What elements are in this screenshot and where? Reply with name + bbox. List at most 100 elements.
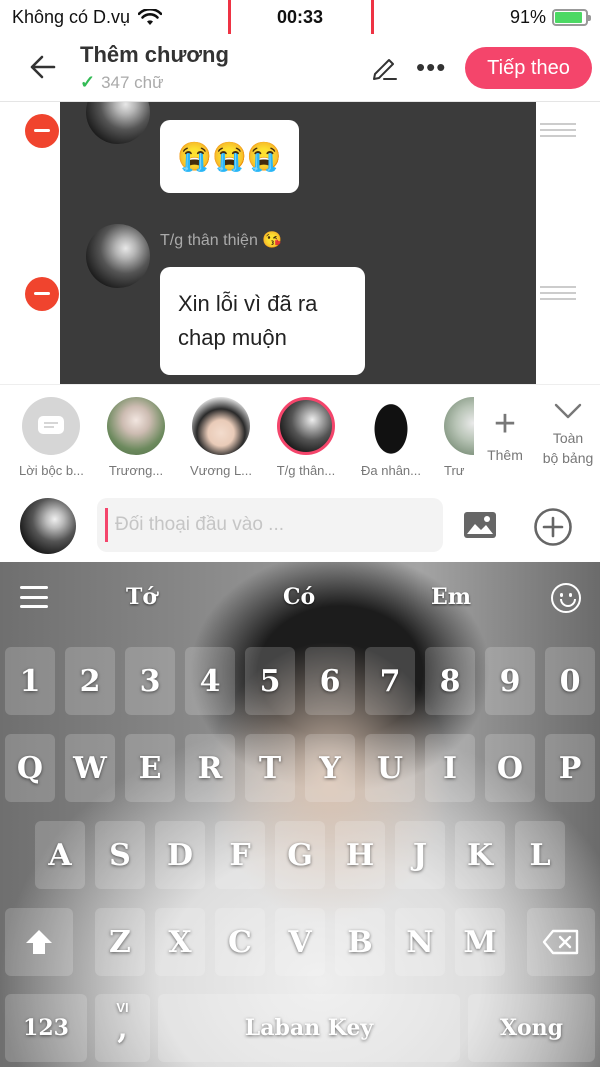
keyboard: Tớ Có Em 1 2 3 4 5 6 7 8 9 0 Q W E R T Y… bbox=[0, 562, 600, 1067]
key-4[interactable]: 4 bbox=[185, 647, 235, 715]
character-narrator[interactable]: Lời bộc b... bbox=[19, 397, 83, 478]
number-mode-key[interactable]: 123 bbox=[5, 994, 87, 1062]
character-avatar bbox=[444, 397, 474, 455]
character-selector: Lời bộc b... Trương... Vương L... T/g th… bbox=[0, 384, 600, 486]
key-b[interactable]: B bbox=[335, 908, 385, 976]
character-avatar bbox=[192, 397, 250, 455]
key-l[interactable]: L bbox=[515, 821, 565, 889]
key-p[interactable]: P bbox=[545, 734, 595, 802]
all-board-label-line2: bộ bảng bbox=[542, 450, 594, 466]
comma-label: , bbox=[117, 1010, 128, 1046]
status-bar: Không có D.vụ 00:33 91% bbox=[0, 0, 600, 34]
key-t[interactable]: T bbox=[245, 734, 295, 802]
check-icon: ✓ bbox=[80, 72, 96, 92]
message-avatar bbox=[86, 224, 150, 288]
chat-bubble-icon bbox=[38, 416, 64, 434]
battery-fill bbox=[555, 12, 583, 23]
message-bubble[interactable]: Xin lỗi vì đã ra chap muộn bbox=[160, 267, 365, 375]
character-item[interactable]: Trương... bbox=[104, 397, 168, 478]
chevron-down-icon bbox=[554, 403, 582, 419]
dialogue-input[interactable]: Đối thoại đầu vào ... bbox=[97, 498, 443, 552]
page-title: Thêm chương bbox=[80, 42, 229, 67]
battery-icon bbox=[552, 9, 591, 26]
character-label: Vương L... bbox=[189, 463, 253, 478]
back-arrow-icon[interactable] bbox=[28, 52, 58, 82]
language-hint: VI bbox=[116, 1000, 129, 1015]
word-count: ✓ 347 chữ bbox=[80, 72, 164, 93]
key-i[interactable]: I bbox=[425, 734, 475, 802]
comma-key[interactable]: VI , bbox=[95, 994, 150, 1062]
key-r[interactable]: R bbox=[185, 734, 235, 802]
key-2[interactable]: 2 bbox=[65, 647, 115, 715]
key-o[interactable]: O bbox=[485, 734, 535, 802]
header: Thêm chương ✓ 347 chữ ••• Tiếp theo bbox=[0, 34, 600, 102]
character-avatar bbox=[277, 397, 335, 455]
edit-pencil-icon[interactable] bbox=[370, 54, 398, 82]
character-item[interactable]: Vương L... bbox=[189, 397, 253, 478]
status-right: 91% bbox=[510, 7, 591, 28]
key-n[interactable]: N bbox=[395, 908, 445, 976]
current-speaker-avatar[interactable] bbox=[20, 498, 76, 554]
remove-message-button[interactable] bbox=[25, 277, 59, 311]
keyboard-menu-icon[interactable] bbox=[20, 586, 48, 608]
input-row: Đối thoại đầu vào ... bbox=[0, 486, 600, 562]
add-character-label: Thêm bbox=[487, 447, 523, 463]
suggestion-3[interactable]: Em bbox=[431, 584, 471, 610]
key-0[interactable]: 0 bbox=[545, 647, 595, 715]
key-z[interactable]: Z bbox=[95, 908, 145, 976]
character-label: Trương... bbox=[108, 463, 164, 478]
next-button[interactable]: Tiếp theo bbox=[465, 47, 592, 89]
done-key[interactable]: Xong bbox=[468, 994, 595, 1062]
shift-key[interactable] bbox=[5, 908, 73, 976]
shift-arrow-icon bbox=[26, 930, 52, 954]
space-key[interactable]: Laban Key bbox=[158, 994, 460, 1062]
key-m[interactable]: M bbox=[455, 908, 505, 976]
backspace-key[interactable] bbox=[527, 908, 595, 976]
add-circle-icon[interactable] bbox=[533, 507, 573, 547]
character-item-selected[interactable]: T/g thân... bbox=[274, 397, 338, 478]
narrator-avatar bbox=[22, 397, 80, 455]
key-3[interactable]: 3 bbox=[125, 647, 175, 715]
add-character-button[interactable]: + Thêm bbox=[480, 405, 530, 463]
all-board-label-line1: Toàn bbox=[552, 430, 584, 446]
drag-handle[interactable] bbox=[540, 286, 576, 300]
remove-message-button[interactable] bbox=[25, 114, 59, 148]
key-8[interactable]: 8 bbox=[425, 647, 475, 715]
character-item[interactable]: Đa nhân... bbox=[359, 397, 423, 478]
key-w[interactable]: W bbox=[65, 734, 115, 802]
more-options-icon[interactable]: ••• bbox=[416, 52, 446, 83]
key-d[interactable]: D bbox=[155, 821, 205, 889]
key-9[interactable]: 9 bbox=[485, 647, 535, 715]
image-icon[interactable] bbox=[463, 510, 497, 540]
key-e[interactable]: E bbox=[125, 734, 175, 802]
key-s[interactable]: S bbox=[95, 821, 145, 889]
chat-editor: 😭😭😭 T/g thân thiện 😘 Xin lỗi vì đã ra ch… bbox=[0, 102, 600, 384]
key-5[interactable]: 5 bbox=[245, 647, 295, 715]
character-avatar bbox=[362, 397, 420, 455]
drag-handle[interactable] bbox=[540, 123, 576, 137]
key-6[interactable]: 6 bbox=[305, 647, 355, 715]
key-v[interactable]: V bbox=[275, 908, 325, 976]
key-u[interactable]: U bbox=[365, 734, 415, 802]
key-c[interactable]: C bbox=[215, 908, 265, 976]
key-1[interactable]: 1 bbox=[5, 647, 55, 715]
key-y[interactable]: Y bbox=[305, 734, 355, 802]
backspace-icon bbox=[542, 929, 579, 955]
key-q[interactable]: Q bbox=[5, 734, 55, 802]
suggestion-1[interactable]: Tớ bbox=[126, 584, 157, 610]
key-g[interactable]: G bbox=[275, 821, 325, 889]
message-bubble[interactable]: 😭😭😭 bbox=[160, 120, 299, 193]
character-item[interactable]: Trư bbox=[444, 397, 474, 478]
key-7[interactable]: 7 bbox=[365, 647, 415, 715]
emoji-icon[interactable] bbox=[551, 583, 581, 613]
suggestion-2[interactable]: Có bbox=[283, 584, 315, 610]
key-f[interactable]: F bbox=[215, 821, 265, 889]
key-k[interactable]: K bbox=[455, 821, 505, 889]
key-j[interactable]: J bbox=[395, 821, 445, 889]
all-board-button[interactable]: Toàn bộ bảng bbox=[536, 399, 600, 468]
character-label: Trư bbox=[444, 463, 465, 478]
character-avatar bbox=[107, 397, 165, 455]
key-a[interactable]: A bbox=[35, 821, 85, 889]
key-h[interactable]: H bbox=[335, 821, 385, 889]
key-x[interactable]: X bbox=[155, 908, 205, 976]
